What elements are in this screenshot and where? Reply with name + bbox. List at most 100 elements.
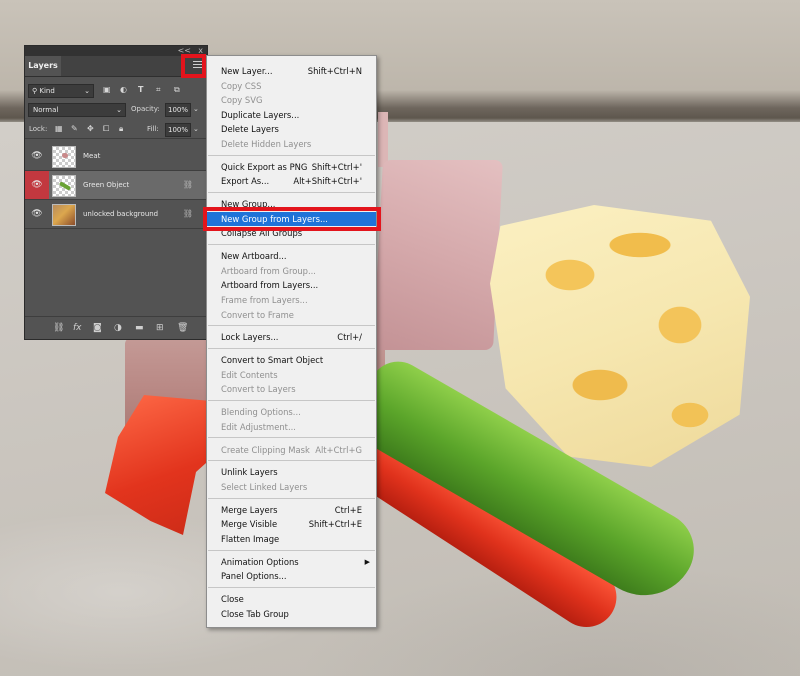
menu-item-copy-css[interactable]: Copy CSS	[207, 79, 376, 93]
menu-item-convert-to-frame[interactable]: Convert to Frame	[207, 308, 376, 322]
opacity-field[interactable]: 100%	[165, 103, 191, 117]
trash-icon[interactable]: 🗑︎	[177, 317, 188, 339]
layer-name: unlocked background	[83, 210, 159, 218]
menu-item-quick-export-as-png[interactable]: Quick Export as PNG Shift+Ctrl+'	[207, 160, 376, 174]
filter-kind-select[interactable]: ⚲ Kind ⌄	[28, 84, 94, 98]
layer-thumbnail	[52, 204, 76, 226]
menu-separator	[208, 437, 375, 439]
menu-item-artboard-from-group[interactable]: Artboard from Group...	[207, 264, 376, 278]
chevron-down-icon[interactable]: ⌄	[193, 103, 199, 115]
menu-separator	[208, 497, 375, 499]
menu-separator	[208, 587, 375, 588]
menu-item-label: Panel Options...	[221, 571, 287, 582]
menu-item-delete-hidden-layers[interactable]: Delete Hidden Layers	[207, 137, 376, 151]
blend-mode-select[interactable]: Normal ⌄	[28, 103, 126, 117]
type-icon[interactable]: T	[138, 84, 143, 96]
layer-thumbnail	[52, 175, 76, 197]
submenu-arrow-icon: ▶	[364, 557, 370, 566]
lock-move-icon[interactable]: ✥	[87, 123, 94, 135]
eye-icon[interactable]: 👁︎	[25, 142, 49, 170]
layer-name: Green Object	[83, 181, 130, 189]
menu-item-lock-layers[interactable]: Lock Layers... Ctrl+/	[207, 330, 376, 344]
menu-item-label: Edit Adjustment...	[221, 421, 296, 432]
panel-bottom-toolbar: ⛓ fx ◙ ◑ ▬ ⊞ 🗑︎	[25, 316, 207, 339]
menu-item-label: New Artboard...	[221, 251, 287, 262]
fill-label: Fill:	[147, 125, 159, 133]
menu-item-unlink-layers[interactable]: Unlink Layers	[207, 465, 376, 479]
menu-item-label: Blending Options...	[221, 407, 301, 418]
mask-icon[interactable]: ◙	[93, 317, 102, 339]
adjustment-icon[interactable]: ◐	[120, 84, 127, 96]
search-icon: ⚲	[32, 87, 38, 95]
menu-item-animation-options[interactable]: Animation Options ▶	[207, 555, 376, 569]
menu-item-label: Frame from Layers...	[221, 295, 308, 305]
menu-item-edit-contents[interactable]: Edit Contents	[207, 368, 376, 382]
fill-field[interactable]: 100%	[165, 123, 191, 137]
menu-item-label: Delete Hidden Layers	[221, 139, 312, 149]
menu-item-new-artboard[interactable]: New Artboard...	[207, 249, 376, 263]
layer-name: Meat	[83, 152, 101, 160]
smart-object-icon[interactable]: ⧉	[174, 84, 180, 96]
menu-item-close-tab-group[interactable]: Close Tab Group	[207, 607, 376, 621]
layer-row-green-object[interactable]: 👁︎ Green Object ⛓	[25, 171, 207, 200]
menu-item-select-linked-layers[interactable]: Select Linked Layers	[207, 480, 376, 494]
menu-separator	[208, 192, 375, 193]
menu-item-delete-layers[interactable]: Delete Layers	[207, 122, 376, 136]
menu-item-label: Delete Layers	[221, 124, 279, 135]
menu-item-label: Close Tab Group	[221, 608, 289, 619]
group-icon[interactable]: ▬	[135, 317, 144, 339]
menu-item-duplicate-layers[interactable]: Duplicate Layers...	[207, 108, 376, 122]
menu-item-label: Convert to Layers	[221, 384, 296, 395]
menu-item-close[interactable]: Close	[207, 592, 376, 606]
layer-thumbnail	[52, 146, 76, 168]
menu-item-panel-options[interactable]: Panel Options...	[207, 569, 376, 583]
lock-paint-icon[interactable]: ✎	[71, 123, 78, 135]
menu-item-merge-visible[interactable]: Merge Visible Shift+Ctrl+E	[207, 517, 376, 531]
menu-item-frame-from-layers[interactable]: Frame from Layers...	[207, 293, 376, 307]
menu-item-copy-svg[interactable]: Copy SVG	[207, 93, 376, 107]
menu-item-shortcut: Alt+Ctrl+G	[315, 444, 362, 455]
fill-value: 100%	[168, 126, 189, 134]
link-icon[interactable]: ⛓	[53, 317, 64, 339]
panel-title-bar: << x	[25, 46, 207, 56]
opacity-label: Opacity:	[131, 105, 160, 113]
chevron-down-icon: ⌄	[116, 106, 122, 114]
menu-item-create-clipping-mask[interactable]: Create Clipping Mask Alt+Ctrl+G	[207, 443, 376, 457]
adjustment-layer-icon[interactable]: ◑	[114, 317, 122, 339]
menu-item-edit-adjustment[interactable]: Edit Adjustment...	[207, 420, 376, 434]
menu-separator	[208, 325, 375, 327]
ham-cube	[373, 160, 503, 350]
highlight-menu-button	[181, 54, 206, 78]
layer-row-meat[interactable]: 👁︎ Meat	[25, 142, 207, 171]
menu-item-label: Merge Visible	[221, 519, 278, 530]
panel-tab-row: Layers	[25, 56, 207, 77]
menu-item-flatten-image[interactable]: Flatten Image	[207, 532, 376, 546]
eye-icon[interactable]: 👁︎	[25, 200, 49, 228]
eye-icon[interactable]: 👁︎	[25, 171, 49, 199]
menu-separator	[208, 460, 375, 462]
shape-icon[interactable]: ⌗	[156, 84, 161, 96]
chevron-down-icon: ⌄	[84, 87, 90, 95]
link-icon: ⛓	[182, 180, 193, 189]
image-icon[interactable]: ▣	[103, 84, 111, 96]
lock-all-icon[interactable]: 🔒︎	[119, 123, 123, 135]
menu-item-export-as[interactable]: Export As... Alt+Shift+Ctrl+'	[207, 174, 376, 188]
menu-item-convert-to-layers[interactable]: Convert to Layers	[207, 382, 376, 396]
artboard-icon[interactable]: ⧠	[103, 123, 109, 135]
tab-layers[interactable]: Layers	[25, 56, 61, 76]
layer-row-unlocked-background[interactable]: 👁︎ unlocked background ⛓	[25, 200, 207, 229]
chevron-down-icon[interactable]: ⌄	[193, 123, 199, 135]
menu-item-merge-layers[interactable]: Merge Layers Ctrl+E	[207, 503, 376, 517]
menu-item-blending-options[interactable]: Blending Options...	[207, 405, 376, 419]
menu-item-shortcut: Shift+Ctrl+E	[308, 519, 362, 530]
menu-item-label: Flatten Image	[221, 534, 280, 544]
menu-item-artboard-from-layers[interactable]: Artboard from Layers...	[207, 278, 376, 292]
new-layer-icon[interactable]: ⊞	[156, 317, 164, 339]
lock-transparent-icon[interactable]: ▦	[55, 123, 63, 135]
menu-item-shortcut: Ctrl+/	[337, 332, 362, 343]
menu-item-label: Unlink Layers	[221, 467, 278, 478]
menu-item-label: Close	[221, 594, 244, 605]
menu-item-convert-to-smart-object[interactable]: Convert to Smart Object	[207, 353, 376, 367]
menu-item-new-layer[interactable]: New Layer... Shift+Ctrl+N	[207, 64, 376, 78]
fx-icon[interactable]: fx	[73, 317, 82, 339]
